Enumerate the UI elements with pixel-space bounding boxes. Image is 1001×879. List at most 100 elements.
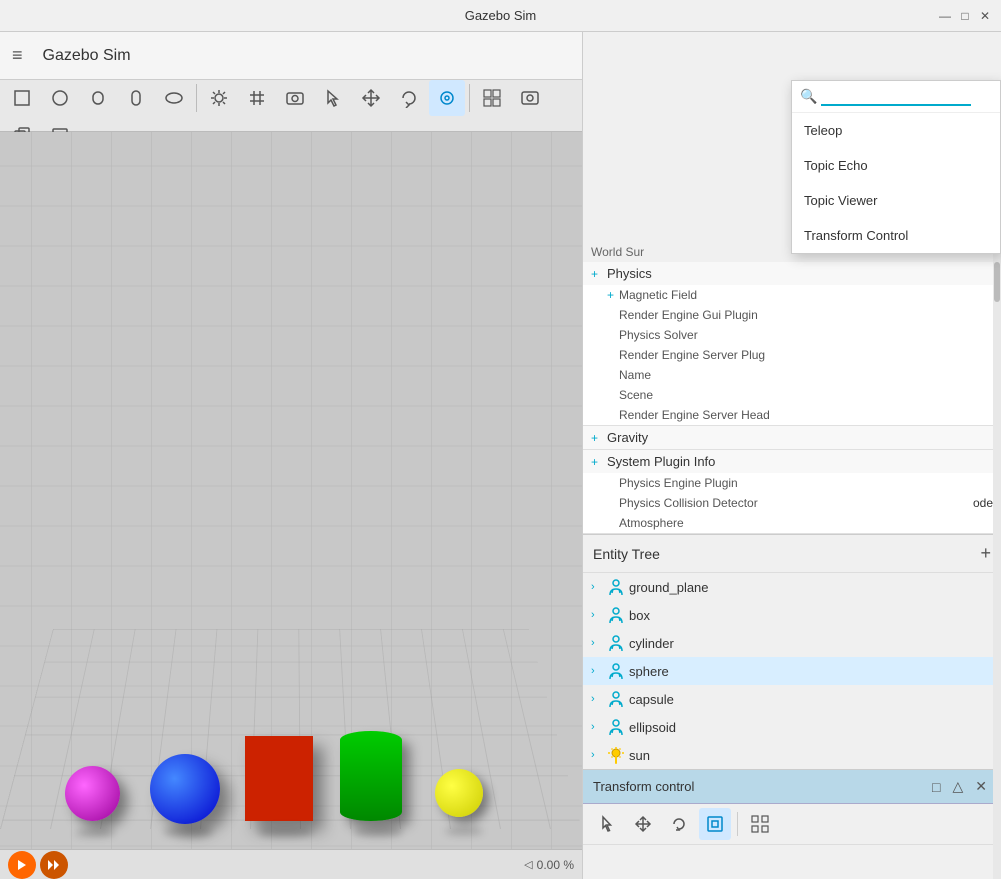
toolbar-separator-2 [469, 84, 470, 112]
move-tool-button[interactable] [353, 80, 389, 116]
entity-item-cylinder[interactable]: › cylinder [583, 629, 1001, 657]
toolbar-separator-1 [196, 84, 197, 112]
menubar: ≡ Gazebo Sim [0, 32, 582, 80]
robot-icon-sphere [607, 662, 625, 680]
maximize-button[interactable]: □ [957, 8, 973, 24]
entity-item-ellipsoid[interactable]: › ellipsoid [583, 713, 1001, 741]
shadow-yellow [445, 827, 483, 835]
plugin-dropdown: 🔍 Teleop Topic Echo Topic Viewer Transfo… [791, 80, 1001, 254]
viewport-grid [0, 132, 582, 879]
close-button[interactable]: ✕ [977, 8, 993, 24]
shadow-red [258, 827, 313, 837]
entity-item-box[interactable]: › box [583, 601, 1001, 629]
rotate-tool-button[interactable] [391, 80, 427, 116]
dropdown-item-transform-control[interactable]: Transform Control [792, 218, 1000, 253]
atmosphere-label: Atmosphere [619, 516, 993, 530]
name-label: Name [619, 368, 993, 382]
purple-sphere-object [65, 766, 120, 821]
cylinder-expand: › [591, 637, 603, 649]
titlebar: Gazebo Sim — □ ✕ [0, 0, 1001, 32]
grid-tool-button[interactable] [239, 80, 275, 116]
transform-toolbar-separator [737, 812, 738, 836]
sun-expand: › [591, 749, 603, 761]
robot-icon-ellipsoid [607, 718, 625, 736]
capsule-expand: › [591, 693, 603, 705]
transform-grid-button[interactable] [744, 808, 776, 840]
scale-tool-button[interactable] [429, 80, 465, 116]
entity-item-capsule[interactable]: › capsule [583, 685, 1001, 713]
transform-float-button[interactable]: △ [948, 776, 967, 797]
render-engine-server-head-label: Render Engine Server Head [619, 408, 993, 422]
system-plugin-section-header[interactable]: + System Plugin Info [583, 450, 1001, 473]
gravity-section-header[interactable]: + Gravity [583, 426, 1001, 449]
physics-collision-label: Physics Collision Detector [619, 496, 973, 510]
ellipsoid-expand: › [591, 721, 603, 733]
arrow-left-icon: ◁ [524, 858, 532, 871]
capsule-tool-button[interactable] [118, 80, 154, 116]
robot-icon-ground-plane [607, 578, 625, 596]
physics-engine-row: Physics Engine Plugin [583, 473, 1001, 493]
add-entity-button[interactable]: + [980, 543, 991, 564]
robot-icon-cylinder [607, 634, 625, 652]
play-button[interactable] [8, 851, 36, 879]
physics-collision-row: Physics Collision Detector ode [583, 493, 1001, 513]
entity-name-ellipsoid: ellipsoid [629, 720, 676, 735]
grid-snap-button[interactable] [474, 80, 510, 116]
render-engine-server-row: Render Engine Server Plug [583, 345, 1001, 365]
right-scrollbar-track [993, 242, 1001, 879]
zoom-container: ◁ 0.00 % [524, 858, 574, 872]
ellipsoid-tool-button[interactable] [156, 80, 192, 116]
render-engine-gui-label: Render Engine Gui Plugin [619, 308, 993, 322]
ground-plane-expand: › [591, 581, 603, 593]
right-scrollbar-thumb[interactable] [994, 262, 1000, 302]
robot-icon-capsule [607, 690, 625, 708]
magnetic-field-expand-icon: + [607, 288, 619, 302]
dropdown-search-bar: 🔍 [792, 81, 1000, 113]
fast-forward-button[interactable] [40, 851, 68, 879]
transform-header-controls: □ △ ✕ [928, 776, 991, 797]
entity-name-sphere: sphere [629, 664, 669, 679]
transform-rotate-button[interactable] [663, 808, 695, 840]
right-panel: 🔍 Teleop Topic Echo Topic Viewer Transfo… [582, 32, 1001, 879]
zoom-level: 0.00 % [537, 858, 574, 872]
box-tool-button[interactable] [4, 80, 40, 116]
shadow-blue [163, 827, 213, 837]
viewport[interactable]: ◁ 0.00 % [0, 132, 582, 879]
transform-minimize-button[interactable]: □ [928, 776, 944, 797]
physics-section-header[interactable]: + Physics [583, 262, 1001, 285]
transform-move-button[interactable] [627, 808, 659, 840]
entity-name-box: box [629, 608, 650, 623]
dropdown-item-teleop[interactable]: Teleop [792, 113, 1000, 148]
hamburger-menu[interactable]: ≡ [8, 41, 27, 70]
toolbar [0, 80, 582, 132]
dropdown-item-topic-viewer[interactable]: Topic Viewer [792, 183, 1000, 218]
light-icon-sun [607, 746, 625, 764]
minimize-button[interactable]: — [937, 8, 953, 24]
screenshot-button[interactable] [512, 80, 548, 116]
cylinder-tool-button[interactable] [80, 80, 116, 116]
transform-scale-button[interactable] [699, 808, 731, 840]
magnetic-field-label: Magnetic Field [619, 288, 993, 302]
system-plugin-expand-icon: + [591, 455, 603, 469]
transform-pointer-button[interactable] [591, 808, 623, 840]
transform-close-button[interactable]: ✕ [971, 776, 991, 797]
sun-tool-button[interactable] [201, 80, 237, 116]
entity-item-sun[interactable]: › sun [583, 741, 1001, 769]
entity-item-ground-plane[interactable]: › ground_plane [583, 573, 1001, 601]
entity-item-sphere[interactable]: › sphere [583, 657, 1001, 685]
gravity-label: Gravity [607, 430, 648, 445]
entity-name-capsule: capsule [629, 692, 674, 707]
sphere-tool-button[interactable] [42, 80, 78, 116]
red-box-object [245, 736, 313, 821]
physics-solver-row: Physics Solver [583, 325, 1001, 345]
search-input[interactable] [821, 87, 971, 106]
magnetic-field-row[interactable]: + Magnetic Field [583, 285, 1001, 305]
camera-tool-button[interactable] [277, 80, 313, 116]
physics-collision-value: ode [973, 496, 993, 510]
dropdown-item-topic-echo[interactable]: Topic Echo [792, 148, 1000, 183]
select-tool-button[interactable] [315, 80, 351, 116]
robot-icon-box [607, 606, 625, 624]
transform-title: Transform control [593, 779, 694, 794]
app-title: Gazebo Sim [43, 47, 131, 65]
gravity-section: + Gravity [583, 426, 1001, 450]
